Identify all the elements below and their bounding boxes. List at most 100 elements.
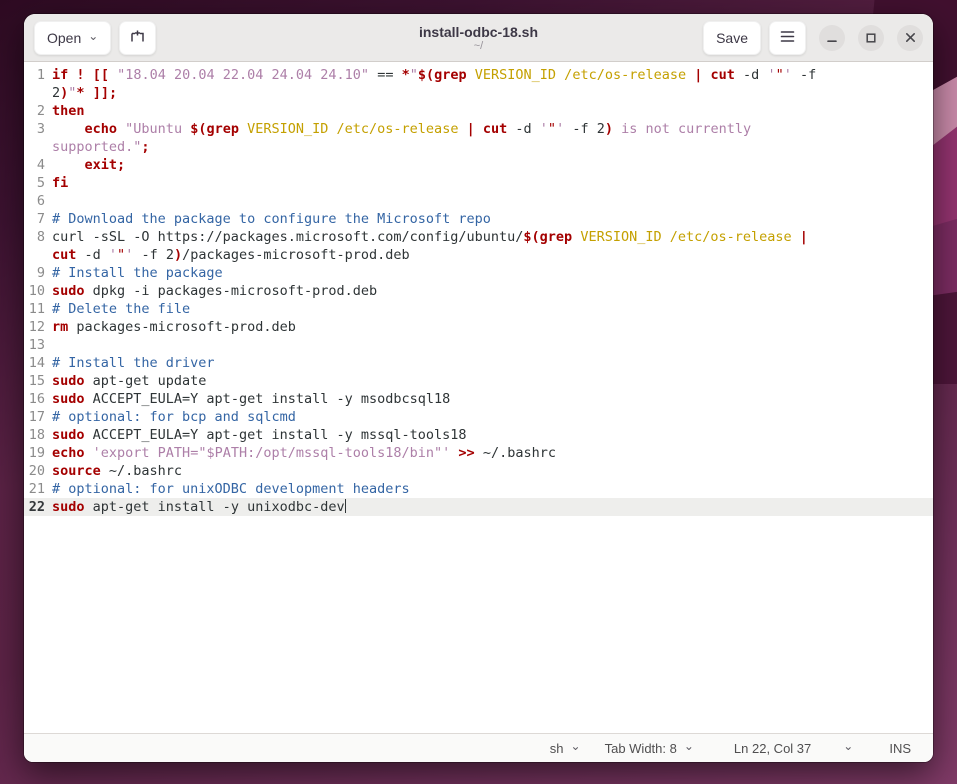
code-row: 17 # optional: for bcp and sqlcmd (24, 408, 933, 426)
code-row: 12 rm packages-microsoft-prod.deb (24, 318, 933, 336)
line-number[interactable]: 16 (24, 390, 45, 408)
cursor-position-label: Ln 22, Col 37 (734, 741, 811, 756)
code-row: 7 # Download the package to configure the… (24, 210, 933, 228)
new-tab-button[interactable] (119, 21, 156, 55)
code-line-text: sudo dpkg -i packages-microsoft-prod.deb (52, 282, 377, 300)
line-number[interactable]: 21 (24, 480, 45, 498)
code-row: 22sudo apt-get install -y unixodbc-dev (24, 498, 933, 516)
code-line-text: # Download the package to configure the … (52, 210, 491, 228)
code-line-text: echo "Ubuntu $(grep VERSION_ID /etc/os-r… (52, 120, 751, 138)
line-number[interactable]: 14 (24, 354, 45, 372)
code-row: 21 # optional: for unixODBC development h… (24, 480, 933, 498)
code-line-text: echo 'export PATH="$PATH:/opt/mssql-tool… (52, 444, 556, 462)
code-area[interactable]: 1if ! [[ "18.04 20.04 22.04 24.04 24.10"… (24, 62, 933, 733)
code-line-text: # Delete the file (52, 300, 190, 318)
code-row: 8 curl -sSL -O https://packages.microsoft… (24, 228, 933, 246)
line-number[interactable]: 4 (24, 156, 45, 174)
code-row: 13 (24, 336, 933, 354)
code-row: 2then (24, 102, 933, 120)
code-line-text: curl -sSL -O https://packages.microsoft.… (52, 228, 808, 246)
code-row: 2)"* ]]; (24, 84, 933, 102)
code-line-text: sudo apt-get update (52, 372, 206, 390)
window-title-block: install-odbc-18.sh ~/ (279, 24, 679, 52)
code-row: 18 sudo ACCEPT_EULA=Y apt-get install -y … (24, 426, 933, 444)
statusbar: sh ⌄ Tab Width: 8 ⌄ Ln 22, Col 37 ⌄ INS (24, 733, 933, 762)
code-row: 15 sudo apt-get update (24, 372, 933, 390)
line-number[interactable]: 1 (24, 66, 45, 84)
goto-line-button[interactable]: ⌄ (843, 743, 853, 753)
line-number[interactable]: 17 (24, 408, 45, 426)
line-number[interactable]: 22 (24, 498, 45, 516)
code-row: 9 # Install the package (24, 264, 933, 282)
line-number[interactable]: 20 (24, 462, 45, 480)
line-number[interactable] (24, 138, 45, 156)
chevron-down-icon: ⌄ (843, 741, 853, 751)
line-number[interactable]: 2 (24, 102, 45, 120)
headerbar-right: Save (703, 21, 923, 55)
code-line-text: # optional: for unixODBC development hea… (52, 480, 410, 498)
line-number[interactable]: 11 (24, 300, 45, 318)
line-number[interactable] (24, 84, 45, 102)
code-row: 14 # Install the driver (24, 354, 933, 372)
text-editor-window: Open ⌄ install-odbc-18.sh ~/ Save (24, 14, 933, 762)
open-button-label: Open (47, 30, 81, 46)
line-number[interactable] (24, 246, 45, 264)
line-number[interactable]: 12 (24, 318, 45, 336)
code-line-text: # Install the package (52, 264, 223, 282)
code-row: 5 fi (24, 174, 933, 192)
code-row: 16 sudo ACCEPT_EULA=Y apt-get install -y … (24, 390, 933, 408)
code-row: 3 echo "Ubuntu $(grep VERSION_ID /etc/os… (24, 120, 933, 138)
code-line-text: exit; (52, 156, 125, 174)
document-path: ~/ (279, 40, 679, 52)
line-number[interactable]: 6 (24, 192, 45, 210)
code-row: 10 sudo dpkg -i packages-microsoft-prod.d… (24, 282, 933, 300)
code-row: 4 exit; (24, 156, 933, 174)
headerbar: Open ⌄ install-odbc-18.sh ~/ Save (24, 14, 933, 62)
code-line-text: fi (52, 174, 68, 192)
close-button[interactable] (897, 25, 923, 51)
line-number[interactable]: 3 (24, 120, 45, 138)
code-row: 20source ~/.bashrc (24, 462, 933, 480)
tab-width-selector[interactable]: Tab Width: 8 ⌄ (605, 741, 694, 756)
language-selector[interactable]: sh ⌄ (550, 741, 581, 756)
line-number[interactable]: 18 (24, 426, 45, 444)
chevron-down-icon: ⌄ (571, 741, 581, 751)
code-row: supported."; (24, 138, 933, 156)
menu-button[interactable] (769, 21, 806, 55)
line-number[interactable]: 8 (24, 228, 45, 246)
chevron-down-icon: ⌄ (88, 31, 98, 41)
line-number[interactable]: 19 (24, 444, 45, 462)
code-line-text: cut -d '"' -f 2)/packages-microsoft-prod… (52, 246, 410, 264)
line-number[interactable]: 10 (24, 282, 45, 300)
save-button[interactable]: Save (703, 21, 761, 55)
insert-mode-label: INS (889, 741, 911, 756)
tab-width-label: Tab Width: 8 (605, 741, 677, 756)
chevron-down-icon: ⌄ (684, 741, 694, 751)
minimize-icon (827, 33, 837, 43)
line-number[interactable]: 7 (24, 210, 45, 228)
code-line-text: sudo ACCEPT_EULA=Y apt-get install -y ms… (52, 390, 450, 408)
document-title: install-odbc-18.sh (279, 24, 679, 40)
open-button[interactable]: Open ⌄ (34, 21, 111, 55)
code-row: 19 echo 'export PATH="$PATH:/opt/mssql-to… (24, 444, 933, 462)
code-line-text: # Install the driver (52, 354, 215, 372)
maximize-icon (866, 33, 876, 43)
code-line-text: supported."; (52, 138, 150, 156)
maximize-button[interactable] (858, 25, 884, 51)
line-number[interactable]: 5 (24, 174, 45, 192)
code-row: 1if ! [[ "18.04 20.04 22.04 24.04 24.10"… (24, 66, 933, 84)
insert-mode-indicator[interactable]: INS (889, 741, 911, 756)
code-line-text: sudo ACCEPT_EULA=Y apt-get install -y ms… (52, 426, 467, 444)
language-label: sh (550, 741, 564, 756)
line-number[interactable]: 15 (24, 372, 45, 390)
save-button-label: Save (716, 30, 748, 46)
cursor-position-button[interactable]: Ln 22, Col 37 (734, 741, 811, 756)
hamburger-menu-icon (780, 30, 795, 46)
minimize-button[interactable] (819, 25, 845, 51)
code-line-text: rm packages-microsoft-prod.deb (52, 318, 296, 336)
code-line-text: # optional: for bcp and sqlcmd (52, 408, 296, 426)
line-number[interactable]: 13 (24, 336, 45, 354)
line-number[interactable]: 9 (24, 264, 45, 282)
code-row: 11 # Delete the file (24, 300, 933, 318)
code-row: 6 (24, 192, 933, 210)
